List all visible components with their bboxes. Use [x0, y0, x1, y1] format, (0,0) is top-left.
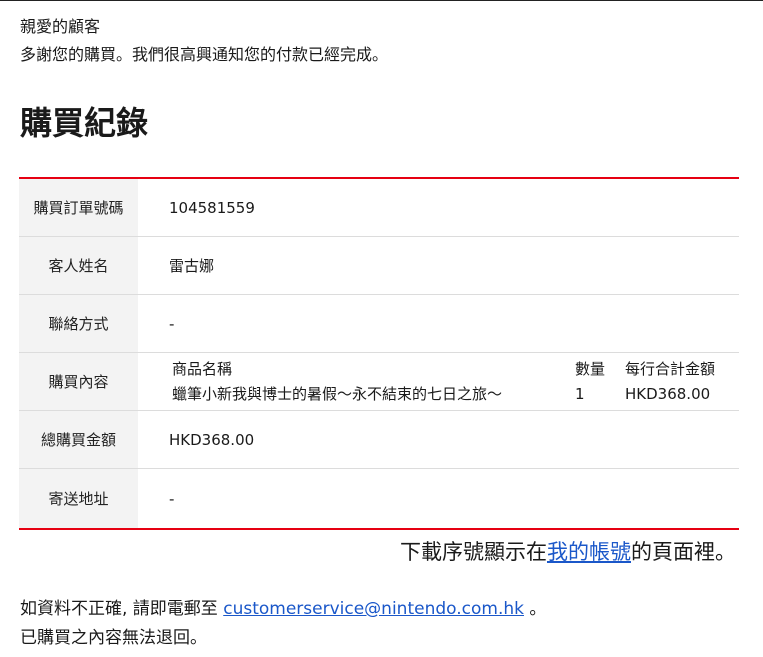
table-row-address: 寄送地址 -: [19, 469, 739, 528]
table-row-order-number: 購買訂單號碼 104581559: [19, 179, 739, 237]
greeting: 親愛的顧客 多謝您的購買。我們很高興通知您的付款已經完成。: [20, 13, 388, 69]
contact-text-after: 。: [523, 599, 547, 619]
item-amount-header: 每行合計金額: [625, 359, 716, 378]
item-qty-header: 數量: [575, 359, 606, 378]
serial-notice: 下載序號顯示在我的帳號的頁面裡。: [400, 537, 736, 567]
table-row-customer-name: 客人姓名 雷古娜: [19, 237, 739, 295]
contact-method-label: 聯絡方式: [19, 295, 138, 352]
contact-method-value: -: [169, 314, 175, 333]
item-name: 蠟筆小新我與博士的暑假～永不結束的七日之旅～: [172, 384, 503, 403]
address-value: -: [169, 489, 175, 508]
total-label: 總購買金額: [19, 411, 138, 468]
item-amount: HKD368.00: [625, 384, 711, 403]
table-row-total: 總購買金額 HKD368.00: [19, 411, 739, 469]
notice-text-after: 的頁面裡。: [631, 540, 736, 564]
item-qty: 1: [575, 384, 585, 403]
item-name-header: 商品名稱: [172, 359, 233, 378]
table-row-contact: 聯絡方式 -: [19, 295, 739, 353]
table-row-content: 購買內容 商品名稱 數量 每行合計金額 蠟筆小新我與博士的暑假～永不結束的七日之…: [19, 353, 739, 411]
address-label: 寄送地址: [19, 469, 138, 528]
salutation: 親愛的顧客: [20, 17, 101, 36]
order-number-label: 購買訂單號碼: [19, 179, 138, 236]
purchase-record-table: 購買訂單號碼 104581559 客人姓名 雷古娜 聯絡方式 - 購買內容 商品…: [19, 177, 739, 530]
order-number-value: 104581559: [169, 198, 255, 217]
no-refund-note: 已購買之內容無法退回。: [20, 628, 207, 648]
my-account-link[interactable]: 我的帳號: [547, 540, 631, 564]
items-header: 商品名稱 數量 每行合計金額: [172, 357, 727, 382]
contact-text-before: 如資料不正確, 請即電郵至: [20, 599, 224, 619]
total-value: HKD368.00: [169, 430, 255, 449]
support-email-link[interactable]: customerservice@nintendo.com.hk: [223, 599, 524, 619]
customer-name-value: 雷古娜: [169, 257, 215, 275]
page-title: 購買紀錄: [20, 104, 149, 142]
customer-name-label: 客人姓名: [19, 237, 138, 294]
contact-line: 如資料不正確, 請即電郵至 customerservice@nintendo.c…: [20, 595, 546, 624]
contact-info: 如資料不正確, 請即電郵至 customerservice@nintendo.c…: [20, 595, 546, 653]
thank-you-message: 多謝您的購買。我們很高興通知您的付款已經完成。: [20, 45, 389, 64]
purchase-content-label: 購買內容: [19, 353, 138, 410]
purchase-items: 商品名稱 數量 每行合計金額 蠟筆小新我與博士的暑假～永不結束的七日之旅～ 1 …: [138, 353, 739, 410]
list-item: 蠟筆小新我與博士的暑假～永不結束的七日之旅～ 1 HKD368.00: [172, 382, 727, 407]
notice-text-before: 下載序號顯示在: [400, 540, 547, 564]
